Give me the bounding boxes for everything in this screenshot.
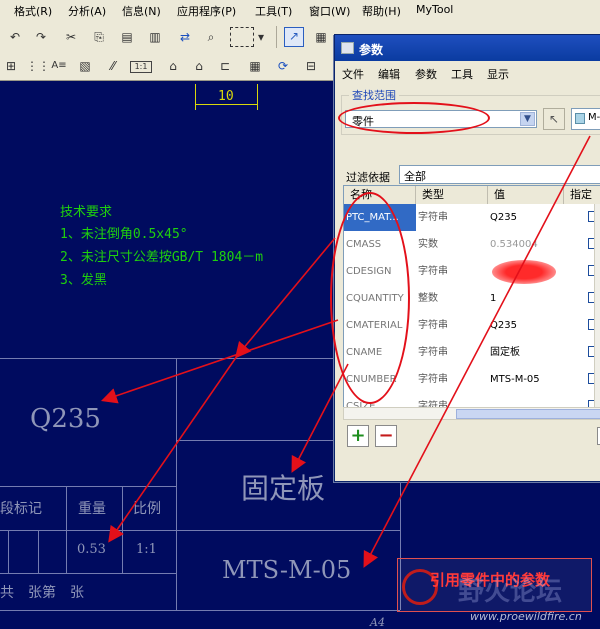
arrow-name [291,363,349,473]
arrow-scope-to-number [363,135,591,568]
forum-url: www.proewildfire.cn [470,610,582,623]
forum-name: 野火论坛 [458,577,563,607]
arrow-weight [108,355,238,543]
annotation-arrows [100,135,591,568]
arrow-material [100,319,339,404]
watermark-box: 引用零件中的参数 野火论坛 [397,558,592,612]
